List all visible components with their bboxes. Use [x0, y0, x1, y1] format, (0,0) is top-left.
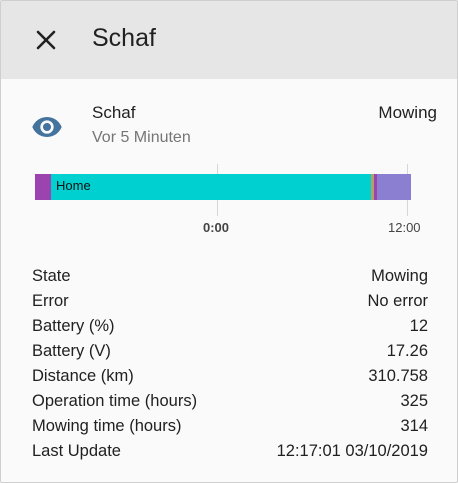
attribute-value: 310.758 [368, 367, 428, 385]
attribute-row: Operation time (hours) 325 [32, 389, 428, 414]
attribute-key: Mowing time (hours) [32, 417, 182, 435]
timeline-segment[interactable] [377, 174, 411, 200]
attribute-row: Battery (%) 12 [32, 314, 428, 339]
attribute-value: Mowing [371, 267, 428, 285]
attribute-row: Last Update 12:17:01 03/10/2019 [32, 439, 428, 464]
timeline-tick-label: 0:00 [203, 220, 230, 235]
attribute-value: 325 [400, 392, 428, 410]
attribute-row: Battery (V) 17.26 [32, 339, 428, 364]
attribute-key: Battery (%) [32, 317, 115, 335]
entity-state: Mowing [378, 103, 437, 122]
attribute-key: State [32, 267, 71, 285]
attribute-row: State Mowing [32, 264, 428, 289]
history-timeline: Home 0:00 12:00 [35, 164, 425, 244]
attribute-value: 12:17:01 03/10/2019 [276, 442, 428, 460]
attribute-key: Error [32, 292, 69, 310]
attribute-value: No error [367, 292, 428, 310]
attribute-value: 12 [409, 317, 428, 335]
attribute-row: Distance (km) 310.758 [32, 364, 428, 389]
timeline-segment-label: Home [56, 178, 91, 193]
attribute-row: Mowing time (hours) 314 [32, 414, 428, 439]
attribute-row: Error No error [32, 289, 428, 314]
more-info-dialog: Schaf Schaf Vor 5 Minuten Mowing Home 0:… [0, 0, 458, 483]
attribute-key: Operation time (hours) [32, 392, 198, 410]
attribute-value: 17.26 [386, 342, 428, 360]
eye-icon [32, 117, 62, 137]
timeline-segment-home[interactable]: Home [51, 174, 371, 200]
close-icon [36, 30, 56, 50]
attribute-key: Last Update [32, 442, 121, 460]
dialog-title: Schaf [92, 24, 156, 52]
attribute-key: Battery (V) [32, 342, 111, 360]
timeline-tick-label: 12:00 [388, 220, 421, 235]
entity-last-changed: Vor 5 Minuten [92, 129, 191, 146]
timeline-segment[interactable] [35, 174, 51, 200]
timeline-bar[interactable]: Home [35, 174, 411, 200]
entity-row[interactable]: Schaf Vor 5 Minuten Mowing [1, 97, 457, 157]
attribute-key: Distance (km) [32, 367, 134, 385]
dialog-header: Schaf [1, 1, 457, 79]
attribute-value: 314 [400, 417, 428, 435]
entity-name: Schaf [92, 103, 136, 122]
attribute-list: State Mowing Error No error Battery (%) … [32, 264, 428, 464]
close-button[interactable] [27, 21, 65, 59]
